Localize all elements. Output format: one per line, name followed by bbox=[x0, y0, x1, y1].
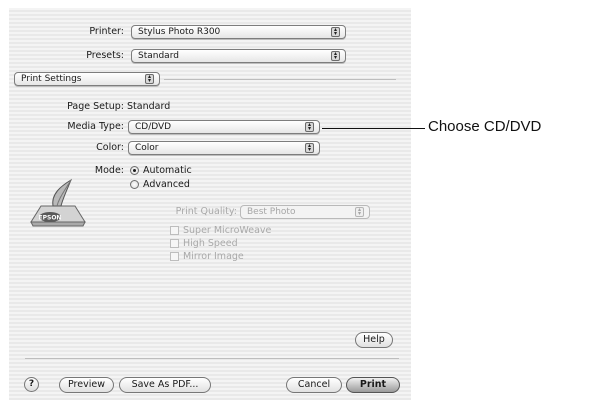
up-down-arrows-icon: ▴ ▾ bbox=[145, 74, 154, 84]
question-mark-icon[interactable]: ? bbox=[24, 377, 39, 392]
super-microweave-label: Super MicroWeave bbox=[183, 225, 272, 236]
color-value: Color bbox=[135, 143, 159, 153]
callout-line bbox=[322, 128, 425, 129]
pane-separator bbox=[164, 79, 396, 80]
mode-advanced-radio[interactable] bbox=[130, 180, 139, 189]
up-down-arrows-icon: ▴ ▾ bbox=[305, 122, 314, 132]
color-label: Color: bbox=[96, 142, 124, 153]
mirror-image-checkbox[interactable] bbox=[170, 252, 179, 261]
super-microweave-checkbox[interactable] bbox=[170, 226, 179, 235]
up-down-arrows-icon: ▴ ▾ bbox=[331, 27, 340, 37]
printer-value: Stylus Photo R300 bbox=[138, 27, 221, 37]
high-speed-checkbox[interactable] bbox=[170, 239, 179, 248]
mode-automatic-label: Automatic bbox=[143, 165, 192, 176]
bottom-separator bbox=[25, 358, 399, 359]
mirror-image-label: Mirror Image bbox=[183, 251, 244, 262]
logo-text: EPSON bbox=[39, 215, 62, 222]
presets-value: Standard bbox=[138, 51, 179, 61]
cancel-button[interactable]: Cancel bbox=[286, 377, 342, 393]
presets-label: Presets: bbox=[86, 50, 124, 61]
save-as-pdf-button[interactable]: Save As PDF... bbox=[119, 377, 211, 393]
media-type-value: CD/DVD bbox=[135, 122, 172, 132]
print-dialog: Printer: Stylus Photo R300 ▴ ▾ Presets: S… bbox=[9, 8, 411, 400]
page-setup-label: Page Setup: bbox=[67, 101, 124, 112]
up-down-arrows-icon: ▴ ▾ bbox=[355, 207, 364, 217]
callout-text: Choose CD/DVD bbox=[428, 118, 542, 135]
preview-button[interactable]: Preview bbox=[59, 377, 114, 393]
printer-popup[interactable]: Stylus Photo R300 ▴ ▾ bbox=[131, 25, 346, 39]
media-type-popup[interactable]: CD/DVD ▴ ▾ bbox=[128, 120, 320, 134]
mode-label: Mode: bbox=[94, 165, 124, 176]
up-down-arrows-icon: ▴ ▾ bbox=[305, 143, 314, 153]
print-button[interactable]: Print bbox=[346, 377, 400, 393]
print-quality-value: Best Photo bbox=[247, 207, 296, 217]
up-down-arrows-icon: ▴ ▾ bbox=[331, 51, 340, 61]
presets-popup[interactable]: Standard ▴ ▾ bbox=[131, 49, 346, 63]
media-type-label: Media Type: bbox=[67, 121, 124, 132]
mode-automatic-radio[interactable] bbox=[130, 166, 139, 175]
high-speed-label: High Speed bbox=[183, 238, 238, 249]
print-quality-label: Print Quality: bbox=[175, 206, 237, 217]
printer-label: Printer: bbox=[89, 26, 124, 37]
pane-value: Print Settings bbox=[21, 74, 82, 84]
mode-advanced-label: Advanced bbox=[143, 179, 190, 190]
color-popup[interactable]: Color ▴ ▾ bbox=[128, 141, 320, 155]
page-setup-value: Standard bbox=[127, 101, 171, 112]
epson-printer-icon: EPSON bbox=[30, 178, 86, 227]
print-quality-popup[interactable]: Best Photo ▴ ▾ bbox=[240, 205, 370, 219]
pane-popup[interactable]: Print Settings ▴ ▾ bbox=[14, 72, 160, 86]
help-button[interactable]: Help bbox=[355, 332, 393, 348]
